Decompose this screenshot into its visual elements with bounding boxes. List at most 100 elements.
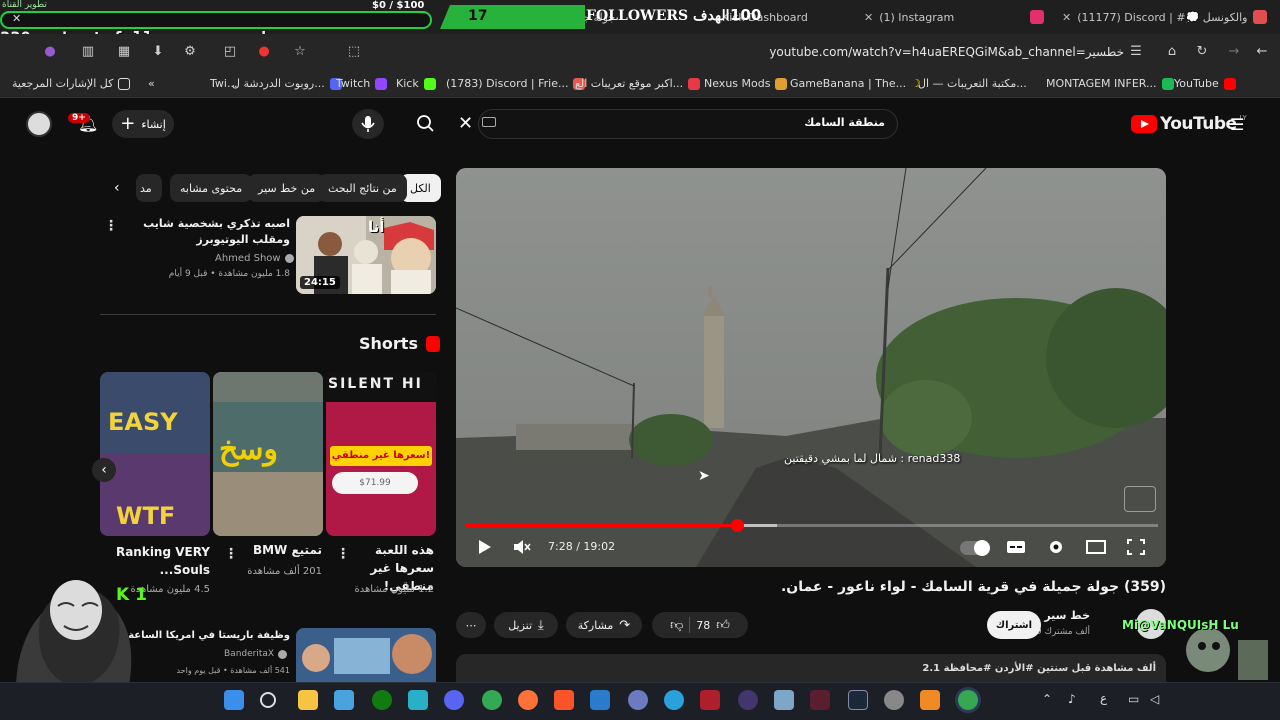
avatar[interactable] [26, 111, 52, 137]
extension-icon[interactable]: ⬚ [346, 44, 362, 60]
chevron-left-icon[interactable]: « [148, 77, 155, 90]
short-thumbnail-3[interactable]: EASY WTF [100, 372, 210, 536]
video-player[interactable] [456, 168, 1166, 567]
extension-icon[interactable]: ● [42, 44, 58, 60]
more-options-icon[interactable]: ⋮ [224, 546, 238, 562]
obs-icon[interactable] [738, 690, 758, 710]
image-viewer-icon[interactable] [774, 690, 794, 710]
bookmark-all[interactable]: كل الإشارات المرجعية [12, 77, 131, 90]
chrome-active-icon[interactable] [958, 690, 978, 710]
tray-chevron-up-icon[interactable]: ⌃ [1042, 692, 1052, 706]
short-thumbnail-1[interactable]: SILENT HI سعرها غير منطقي! $71.99 [326, 372, 436, 536]
play-button[interactable] [474, 538, 494, 556]
telegram-icon[interactable] [664, 690, 684, 710]
extension-badge-icon[interactable]: ● [256, 44, 272, 60]
browser-tab-discord[interactable]: ✕ (11177) Discord | #💭 والكونسل [1062, 4, 1268, 30]
bookmark-item[interactable]: روبوت الدردشة ل... [232, 77, 342, 90]
video-thumbnail[interactable] [296, 628, 436, 682]
more-options-icon[interactable]: ⋮ [336, 546, 350, 562]
volume-icon[interactable]: ◁ [1150, 692, 1159, 706]
bookmark-item[interactable]: اكبر موقع تعريبات الع... [575, 77, 701, 90]
chevron-left-icon[interactable]: ‹ [114, 180, 120, 196]
network-icon[interactable]: ▭ [1128, 692, 1139, 706]
file-explorer-icon[interactable] [298, 690, 318, 710]
settings-icon[interactable] [884, 690, 904, 710]
bookmark-youtube[interactable]: YouTube [1174, 77, 1236, 90]
extension-icon[interactable]: ⚙ [182, 44, 198, 60]
subscribe-button[interactable]: اشتراك [987, 611, 1041, 639]
channel-line[interactable]: BanderitaX [224, 649, 288, 659]
extension-icon[interactable]: ◰ [222, 44, 238, 60]
url-input[interactable]: youtube.com/watch?v=h4uaEREQGiM&ab_chann… [769, 45, 1124, 59]
vscode-icon[interactable] [590, 690, 610, 710]
vlc-icon[interactable] [920, 690, 940, 710]
voicemeeter-icon[interactable] [700, 690, 720, 710]
bookmark-gamebanana[interactable]: GameBanana | The... ☽ [790, 77, 921, 90]
back-icon[interactable]: ← [1254, 44, 1270, 60]
r-app-icon[interactable] [628, 690, 648, 710]
short-thumbnail-2[interactable]: وسخ [213, 372, 323, 536]
bookmark-discord[interactable]: (1783) Discord | Frie... [446, 77, 586, 90]
voice-search-button[interactable] [352, 109, 384, 139]
bookmark-star-icon[interactable]: ☆ [292, 44, 308, 60]
brave-icon[interactable] [554, 690, 574, 710]
forward-icon[interactable]: → [1226, 44, 1242, 60]
site-settings-icon[interactable]: ☰ [1128, 44, 1144, 60]
channel-watermark[interactable] [1124, 486, 1156, 512]
create-button[interactable]: + إنشاء [112, 110, 174, 138]
keyboard-icon[interactable] [482, 117, 496, 127]
share-button[interactable]: مشاركة ↷ [566, 612, 642, 638]
home-icon[interactable]: ⌂ [1164, 44, 1180, 60]
theater-mode-button[interactable] [1086, 538, 1106, 556]
subtitles-button[interactable] [1006, 538, 1026, 556]
bookmark-kick[interactable]: Kick [396, 77, 436, 90]
bookmark-item[interactable]: MONTAGEM INFER... [1046, 77, 1174, 90]
bookmark-item[interactable]: مكتبة التعريبات — ال... [918, 77, 1027, 90]
dislike-icon[interactable]: 👎︎ [670, 618, 683, 633]
autoplay-toggle[interactable] [960, 540, 990, 556]
video-title[interactable]: اصبه تذكري بشخصية شايب ومقلب اليوتيوبرز [140, 216, 290, 248]
progress-bar[interactable] [466, 519, 1158, 532]
chip-from-search[interactable]: من نتائج البحث [318, 174, 407, 202]
app-icon[interactable] [810, 690, 830, 710]
settings-button[interactable] [1046, 538, 1066, 556]
close-tab-icon[interactable]: ✕ [864, 11, 873, 24]
channel-line[interactable]: Ahmed Show [215, 253, 294, 264]
notepad-icon[interactable] [334, 690, 354, 710]
mute-button[interactable] [512, 538, 532, 556]
photos-icon[interactable] [408, 690, 428, 710]
windows-start-icon[interactable] [224, 690, 244, 710]
short-title-2[interactable]: تمتيع BMW [232, 543, 322, 557]
extension-icon[interactable]: ▦ [116, 44, 132, 60]
extension-icon[interactable]: ▥ [80, 44, 96, 60]
discord-icon[interactable] [444, 690, 464, 710]
bookmark-nexus[interactable]: Nexus Mods [704, 77, 788, 90]
chip-more[interactable]: مد [136, 174, 162, 202]
search-icon[interactable] [260, 692, 276, 708]
download-button[interactable]: تنزيل ⤓ [494, 612, 558, 638]
steam-icon[interactable] [848, 690, 868, 710]
channel-name[interactable]: خط سير [1044, 609, 1090, 622]
more-actions-button[interactable]: ⋯ [456, 612, 486, 638]
bookmark-twitch[interactable]: Twitch [336, 77, 388, 90]
chrome-icon[interactable] [482, 690, 502, 710]
shorts-prev-button[interactable]: ‹ [92, 458, 116, 482]
extension-icon[interactable]: ⬇ [150, 44, 166, 60]
firefox-icon[interactable] [518, 690, 538, 710]
search-input[interactable]: منطقة السامك [804, 116, 885, 129]
fullscreen-button[interactable] [1126, 538, 1146, 556]
xbox-icon[interactable] [372, 690, 392, 710]
close-tab-icon[interactable]: ✕ [1062, 11, 1071, 24]
like-icon[interactable]: 👍︎ [716, 618, 730, 633]
language-indicator[interactable]: ع [1100, 691, 1107, 705]
more-options-icon[interactable]: ⋮ [104, 218, 118, 234]
reload-icon[interactable]: ↻ [1194, 44, 1210, 60]
microphone-tray-icon[interactable]: ♪ [1068, 692, 1076, 706]
browser-tab-instagram[interactable]: ✕ (1) Instagram [864, 4, 1045, 30]
chip-related[interactable]: محتوى مشابه [170, 174, 253, 202]
chip-from-channel[interactable]: من خط سير [248, 174, 326, 202]
clear-search-icon[interactable]: ✕ [458, 113, 473, 134]
search-button[interactable] [400, 107, 452, 141]
video-thumbnail[interactable]: أنا 24:15 [296, 216, 436, 294]
menu-icon[interactable]: ☰ [1230, 115, 1244, 134]
